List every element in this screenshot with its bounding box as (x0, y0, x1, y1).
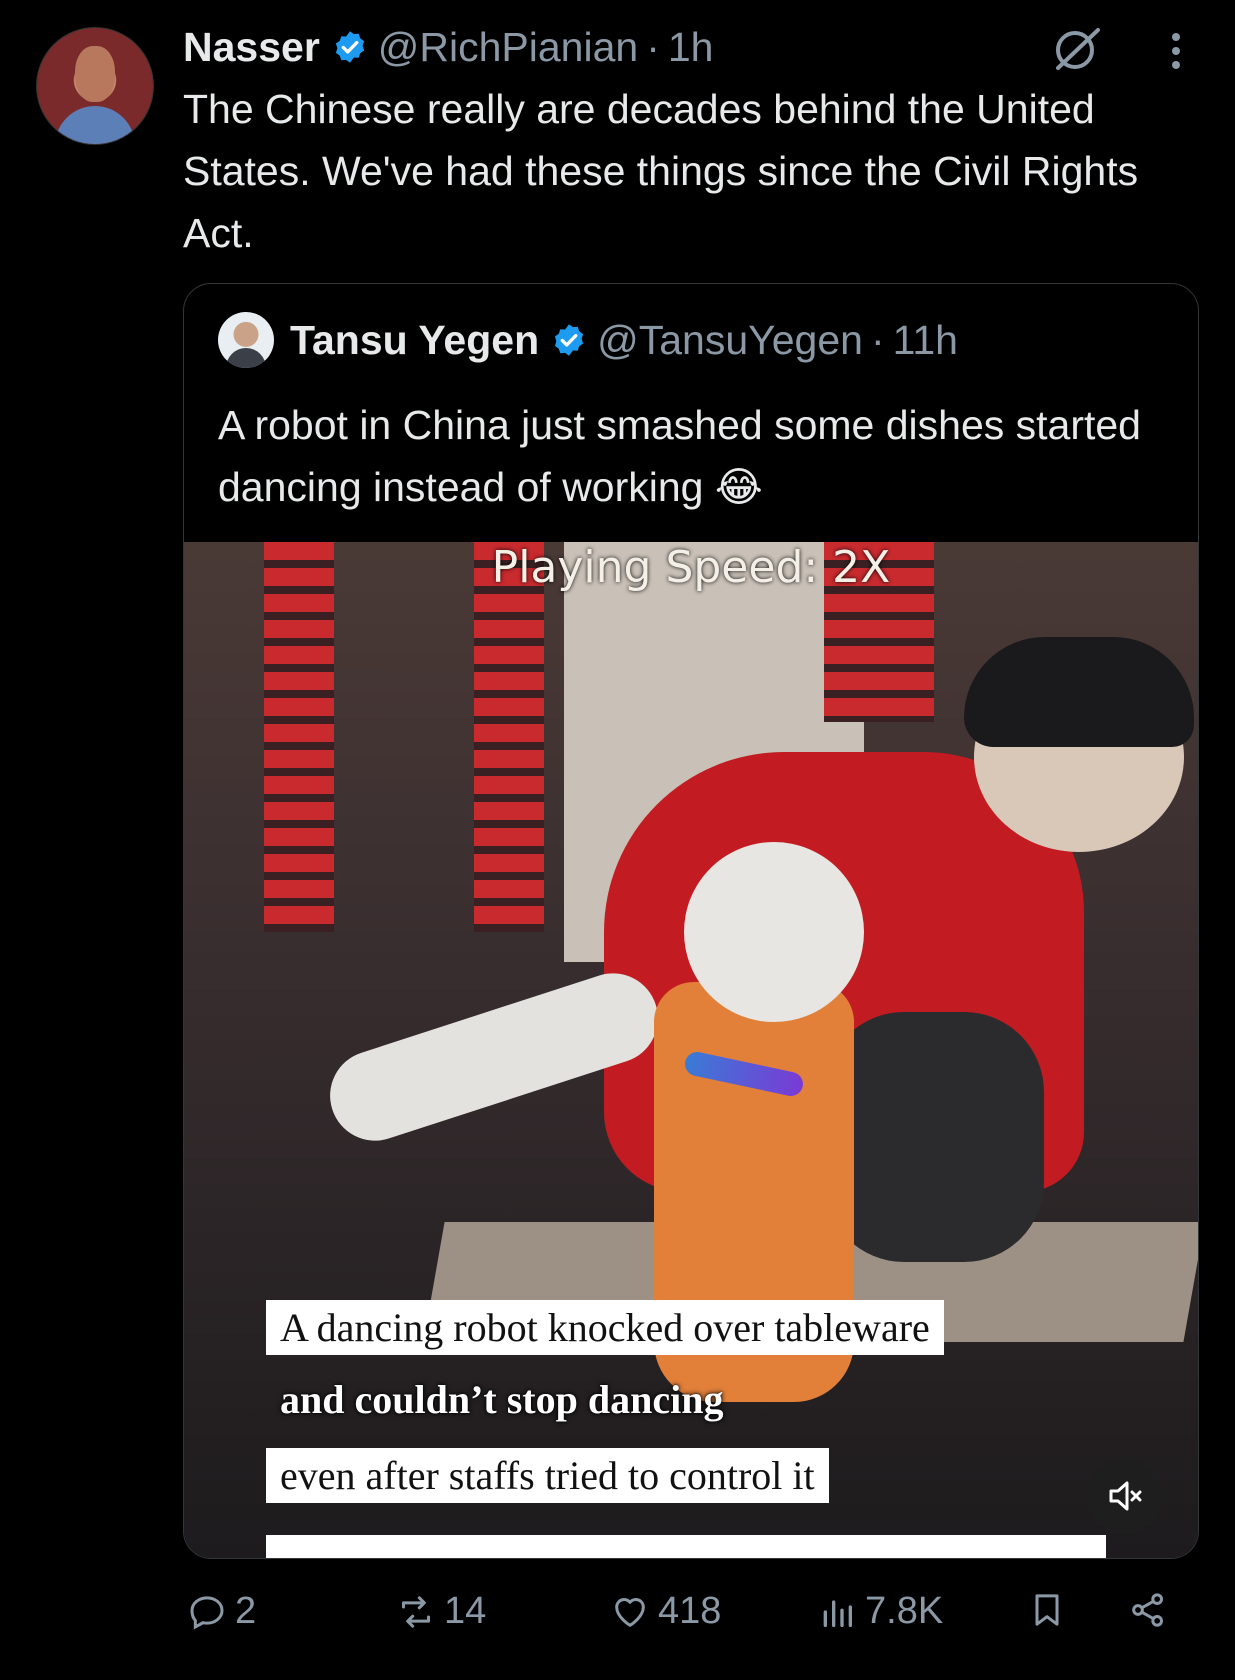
avatar-face (75, 46, 115, 102)
separator-dot: · (646, 23, 660, 70)
muted-speaker-icon (1109, 1481, 1142, 1511)
action-bar: 2 14 418 7.8K (183, 1590, 1193, 1646)
more-vertical-icon[interactable] (1162, 30, 1190, 72)
tweet-text: The Chinese really are decades behind th… (183, 86, 1139, 256)
bookmark-button[interactable] (1027, 1590, 1075, 1630)
reply-icon (190, 1595, 224, 1630)
share-button[interactable] (1128, 1590, 1176, 1630)
separator-dot: · (870, 316, 885, 363)
tweet-time[interactable]: 1h (668, 24, 714, 71)
avatar-suit (226, 348, 266, 368)
quote-time[interactable]: 11h (893, 317, 958, 364)
quote-author-name[interactable]: Tansu Yegen (290, 317, 539, 364)
avatar-shirt (55, 106, 135, 144)
like-button[interactable]: 418 (610, 1590, 721, 1633)
quoted-tweet[interactable]: Tansu Yegen @TansuYegen · 11h A robot in… (183, 283, 1199, 1559)
mute-button[interactable] (1087, 1458, 1163, 1534)
repost-count: 14 (444, 1590, 487, 1632)
view-count: 7.8K (865, 1590, 944, 1632)
verified-badge-icon (335, 31, 364, 63)
views-icon (823, 1599, 852, 1627)
verified-badge-icon (555, 324, 584, 356)
video-caption: even after staffs tried to control it (266, 1448, 829, 1503)
bookmark-icon (1035, 1594, 1059, 1626)
quote-header: Tansu Yegen @TansuYegen · 11h (218, 312, 958, 368)
grok-icon[interactable] (1050, 26, 1104, 72)
robot-head (684, 842, 864, 1022)
quote-text: A robot in China just smashed some dishe… (218, 402, 1141, 510)
like-count: 418 (658, 1590, 722, 1632)
tweet[interactable]: Nasser @RichPianian · 1h The Chinese rea… (0, 0, 1235, 1680)
author-handle[interactable]: @RichPianian (378, 24, 638, 71)
video-caption: A dancing robot knocked over tableware (266, 1300, 944, 1355)
reply-button[interactable]: 2 (187, 1590, 256, 1633)
author-avatar[interactable] (36, 27, 154, 145)
person-hair (964, 637, 1194, 747)
tweet-header: Nasser @RichPianian · 1h (183, 22, 713, 72)
share-icon (1132, 1593, 1163, 1627)
repost-button[interactable]: 14 (396, 1590, 486, 1633)
video-caption-partial (266, 1535, 1106, 1558)
quote-author-avatar[interactable] (218, 312, 274, 368)
views-button[interactable]: 7.8K (817, 1590, 943, 1633)
video-speed-label: Playing Speed: 2X (491, 542, 891, 593)
reply-count: 2 (235, 1590, 257, 1632)
robot-arm (824, 1012, 1044, 1262)
wall-decor (264, 542, 334, 932)
repost-icon (402, 1595, 430, 1628)
heart-icon (615, 1597, 645, 1627)
author-name[interactable]: Nasser (183, 24, 320, 71)
wall-decor (474, 542, 544, 932)
video-player[interactable]: Playing Speed: 2X A dancing robot knocke… (184, 542, 1198, 1558)
video-caption: and couldn’t stop dancing (280, 1377, 724, 1422)
quote-author-handle[interactable]: @TansuYegen (597, 317, 863, 364)
